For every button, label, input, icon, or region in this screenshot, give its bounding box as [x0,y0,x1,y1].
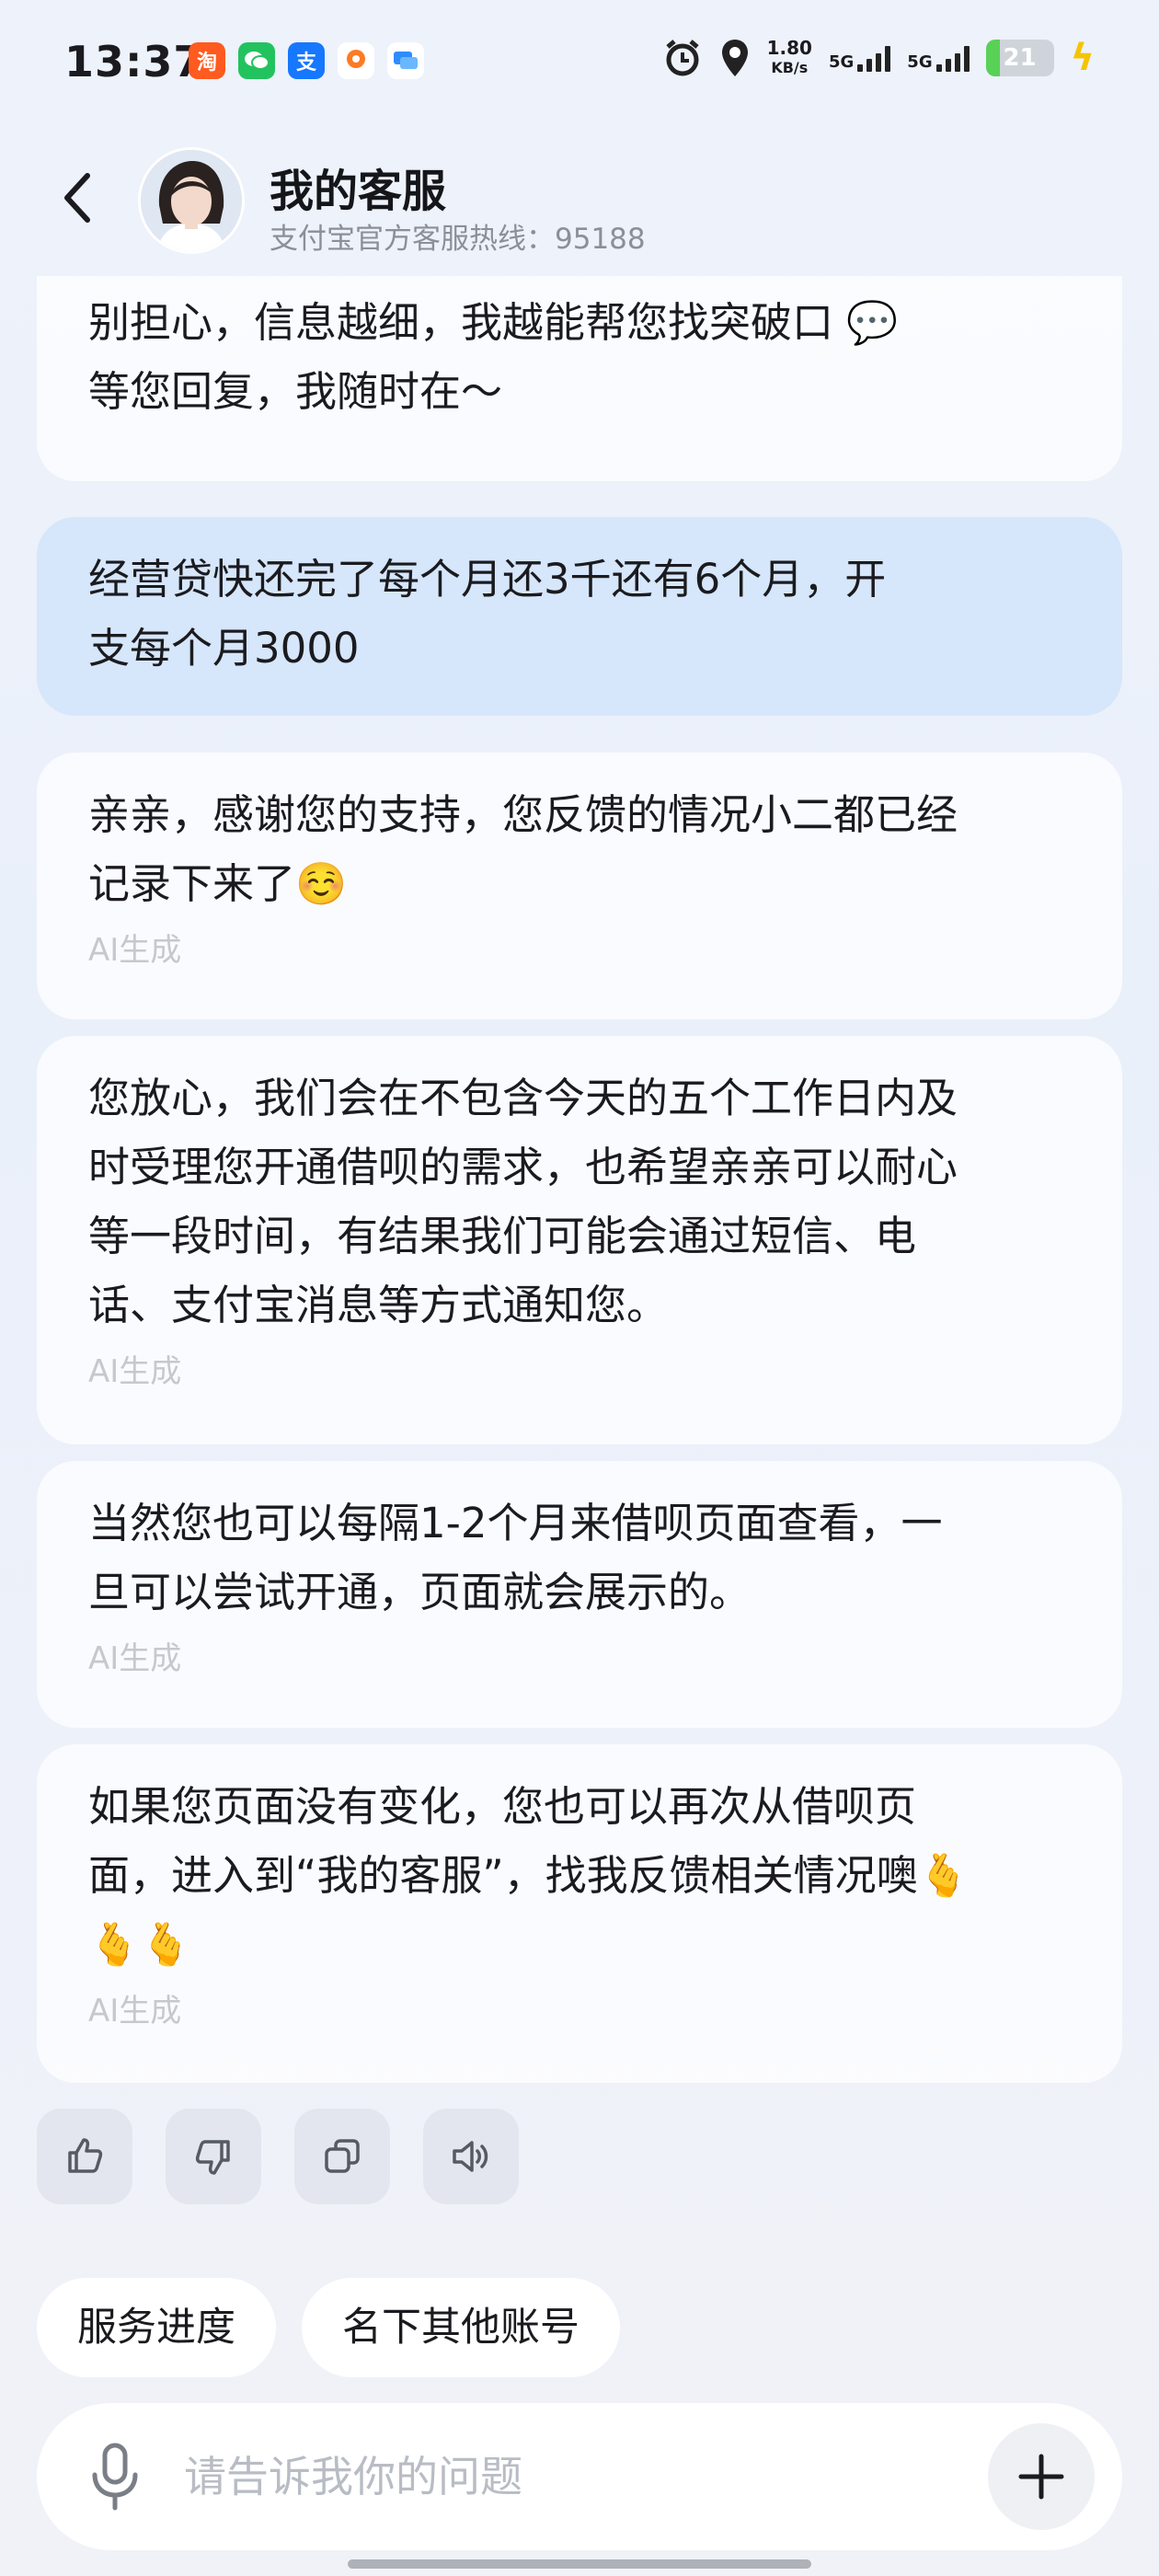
notification-icons: 淘 支 [189,42,424,79]
battery-level: 21 [1003,44,1037,72]
status-bar: 13:37 淘 支 1.80 KB/s 5G 5G 21 ϟ [0,0,1159,120]
map-icon [338,42,374,79]
message-icon [387,42,424,79]
signal-2: 5G [907,44,970,72]
thumbs-up-icon [68,2138,103,2173]
quick-replies: 服务进度 名下其他账号 [37,2278,620,2377]
chat-area[interactable]: 万号取开门。 别担心，信息越细，我越能帮您找突破口 💬 等您回复，我随时在～ 经… [0,276,1159,2098]
location-icon [721,40,748,76]
home-indicator[interactable] [348,2559,811,2569]
signal-bars-icon [935,44,970,72]
wechat-icon [238,42,275,79]
chip-service-progress[interactable]: 服务进度 [37,2278,276,2377]
thumbs-down-icon [195,2140,230,2175]
message-line: 时受理您开通借呗的需求，也希望亲亲可以耐心 [88,1143,958,1191]
message-line: 如果您页面没有变化，您也可以再次从借呗页 [88,1782,917,1831]
taobao-icon: 淘 [189,42,225,79]
plus-icon [1018,2454,1064,2500]
voice-input-button[interactable] [78,2440,152,2513]
message-line: 当然您也可以每隔1-2个月来借呗页面查看，一 [88,1499,943,1547]
network-speed: 1.80 KB/s [767,38,812,78]
hotline-subtitle: 支付宝官方客服热线：95188 [270,223,646,256]
message-line: 等您回复，我随时在～ [88,367,503,416]
agent-message: 亲亲，感谢您的支持，您反馈的情况小二都已经 记录下来了☺️ AI生成 [37,753,1122,1019]
message-line: 经营贷快还完了每个月还3千还有6个月，开 [88,555,887,604]
chip-other-accounts[interactable]: 名下其他账号 [302,2278,620,2377]
network-speed-value: 1.80 [766,37,812,59]
ai-generated-tag: AI生成 [88,1640,182,1677]
signal-1: 5G [828,44,891,72]
signal-1-label: 5G [828,52,855,72]
copy-icon [325,2139,360,2173]
dislike-button[interactable] [166,2109,261,2204]
more-button[interactable] [988,2423,1095,2530]
back-button[interactable] [51,166,106,230]
signal-2-label: 5G [907,52,933,72]
message-line: 旦可以尝试开通，页面就会展示的。 [88,1568,752,1616]
signal-bars-icon [857,44,891,72]
message-line: 支每个月3000 [88,624,360,673]
like-button[interactable] [37,2109,132,2204]
charging-icon: ϟ [1070,37,1095,79]
message-line: 记录下来了☺️ [88,859,348,908]
read-aloud-button[interactable] [423,2109,519,2204]
message-line: 话、支付宝消息等方式通知您。 [88,1281,669,1329]
message-line: 面，进入到“我的客服”，找我反馈相关情况噢🫰 [88,1851,970,1900]
user-message: 经营贷快还完了每个月还3千还有6个月，开 支每个月3000 [37,517,1122,716]
message-line: 您放心，我们会在不包含今天的五个工作日内及 [88,1074,958,1122]
avatar[interactable] [138,147,245,254]
alarm-icon [665,40,699,76]
agent-message: 您放心，我们会在不包含今天的五个工作日内及 时受理您开通借呗的需求，也希望亲亲可… [37,1036,1122,1444]
speaker-icon [453,2141,488,2172]
message-line: 亲亲，感谢您的支持，您反馈的情况小二都已经 [88,790,958,839]
message-line: 等一段时间，有结果我们可能会通过短信、电 [88,1212,917,1260]
composer [37,2403,1122,2550]
agent-message: 如果您页面没有变化，您也可以再次从借呗页 面，进入到“我的客服”，找我反馈相关情… [37,1744,1122,2083]
page-title: 我的客服 [270,166,447,217]
copy-button[interactable] [294,2109,390,2204]
alipay-icon: 支 [288,42,325,79]
message-actions [37,2109,519,2204]
ai-generated-tag: AI生成 [88,1353,182,1390]
network-speed-unit: KB/s [771,59,809,76]
microphone-icon [92,2443,138,2511]
message-line: 万号取开门。 [88,276,1071,288]
question-input[interactable] [184,2440,975,2513]
chat-header: 我的客服 支付宝官方客服热线：95188 [0,138,1159,276]
message-line: 别担心，信息越细，我越能帮您找突破口 💬 [88,298,899,347]
agent-message: 当然您也可以每隔1-2个月来借呗页面查看，一 旦可以尝试开通，页面就会展示的。 … [37,1461,1122,1728]
ai-generated-tag: AI生成 [88,932,182,969]
chevron-left-icon [64,173,90,223]
battery-icon: 21 [985,40,1054,76]
message-line: 🫰🫰 [88,1920,192,1969]
ai-generated-tag: AI生成 [88,1993,182,2030]
agent-message: 万号取开门。 别担心，信息越细，我越能帮您找突破口 💬 等您回复，我随时在～ [37,276,1122,481]
clock: 13:37 [64,37,204,86]
